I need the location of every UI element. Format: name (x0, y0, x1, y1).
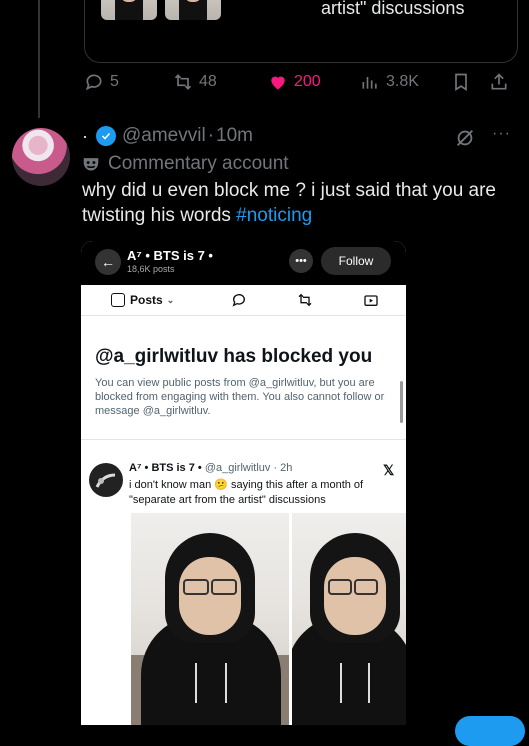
confused-face-emoji: 😕 (214, 479, 228, 491)
grok-icon[interactable] (454, 127, 476, 154)
account-label-text: Commentary account (108, 153, 289, 174)
account-label: Commentary account (82, 152, 289, 176)
x-logo-icon: 𝕏 (383, 462, 395, 478)
inner-text-part1: i don't know man (129, 479, 215, 491)
compose-button[interactable] (455, 716, 525, 746)
profile-header-bar: ← A⁷ • BTS is 7 • 18,6K posts ••• Follow (81, 241, 406, 285)
heart-icon (271, 76, 285, 90)
time-separator: · (207, 125, 215, 146)
repost-tab-icon (297, 292, 313, 313)
attached-screenshot-image[interactable]: ← A⁷ • BTS is 7 • 18,6K posts ••• Follow… (81, 241, 406, 725)
blocked-description: You can view public posts from @a_girlwi… (95, 377, 385, 417)
quoted-post-card[interactable]: artist" discussions (84, 0, 518, 63)
inner-photo (292, 513, 406, 725)
profile-post-count: 18,6K posts (127, 264, 175, 274)
more-options-button[interactable]: ··· (492, 125, 511, 143)
hashtag-link[interactable]: #noticing (236, 205, 312, 226)
quoted-text: artist" discussions (321, 0, 465, 18)
reply-button[interactable]: 5 (84, 70, 119, 94)
theater-mask-icon (82, 156, 100, 172)
chevron-down-icon: ⌄ (166, 294, 175, 305)
like-button[interactable]: 200 (268, 70, 321, 94)
quoted-thumbnail (165, 0, 221, 20)
post-text: why did u even block me ? i just said th… (82, 178, 512, 228)
repost-count: 48 (199, 73, 217, 90)
quoted-thumbnail (101, 0, 157, 20)
post-header: · @amevvil · 10m (82, 124, 253, 148)
views-icon (362, 77, 377, 89)
repost-button[interactable]: 48 (173, 70, 217, 94)
inner-post-header: A⁷ • BTS is 7 • @a_girlwitluv · 2h (129, 462, 292, 474)
post-time[interactable]: 10m (216, 125, 253, 147)
media-tab-icon (363, 292, 379, 313)
like-count: 200 (294, 73, 321, 90)
tab-posts: Posts ⌄ (111, 291, 174, 309)
verified-badge-icon (96, 126, 116, 146)
inner-post-name: A⁷ • BTS is 7 • (129, 462, 202, 474)
inner-avatar (89, 463, 123, 497)
follow-button: Follow (321, 247, 391, 275)
avatar[interactable] (12, 128, 70, 186)
share-button[interactable] (489, 70, 509, 94)
thread-line (38, 0, 40, 118)
views-button[interactable]: 3.8K (360, 70, 419, 94)
inner-post-text: i don't know man 😕 saying this after a m… (129, 478, 395, 508)
reply-icon (85, 74, 102, 91)
tab-posts-label: Posts (130, 293, 163, 307)
name-glyph: · (82, 125, 88, 146)
blocked-title: @a_girlwitluv has blocked you (95, 346, 373, 367)
repost-icon (174, 74, 192, 90)
profile-name: A⁷ • BTS is 7 • (127, 248, 213, 263)
share-icon (491, 73, 507, 90)
reply-tab-icon (231, 292, 247, 313)
reply-count: 5 (110, 73, 119, 90)
post-handle[interactable]: @amevvil (122, 125, 206, 147)
back-arrow-icon: ← (95, 249, 121, 275)
bookmark-button[interactable] (451, 70, 471, 94)
profile-tab-bar: Posts ⌄ (81, 285, 406, 316)
divider (81, 439, 406, 440)
bookmark-icon (455, 73, 467, 92)
posts-tab-icon (111, 293, 125, 307)
views-count: 3.8K (386, 73, 419, 90)
profile-more-button: ••• (289, 249, 313, 273)
inner-post-handle-time: @a_girlwitluv · 2h (204, 462, 293, 474)
inner-photo (131, 513, 289, 725)
scrollbar (400, 381, 403, 423)
